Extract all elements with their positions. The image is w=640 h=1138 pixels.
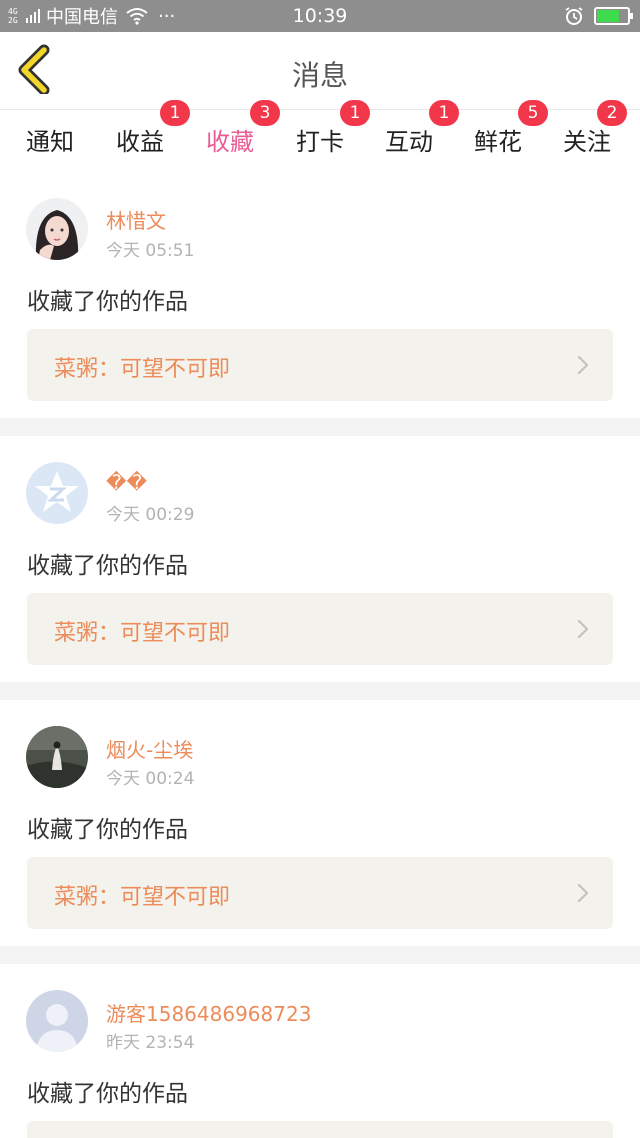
user-name[interactable]: 烟火-尘埃 <box>106 734 193 763</box>
message-card: 烟火-尘埃 今天 00:24 收藏了你的作品 菜粥：可望不可即 <box>0 700 640 946</box>
work-link[interactable]: 菜粥：可望不可即 <box>27 329 613 401</box>
status-bar: 4G 2G 中国电信 ··· 10:39 <box>0 0 640 32</box>
message-text: 收藏了你的作品 <box>27 1081 188 1107</box>
nav-header: 消息 <box>0 32 640 110</box>
work-title: 菜粥：可望不可即 <box>54 885 231 910</box>
unread-badge: 1 <box>160 100 190 126</box>
tab-label: 收益 <box>116 128 164 156</box>
tab-checkin[interactable]: 打卡 1 <box>296 100 370 157</box>
tab-label: 打卡 <box>296 128 344 156</box>
message-time: 昨天 23:54 <box>106 1033 195 1053</box>
tab-flowers[interactable]: 鲜花 5 <box>474 100 548 157</box>
unread-badge: 2 <box>597 100 627 126</box>
tab-bar: 通知 收益 1 收藏 3 打卡 1 互动 1 鲜花 5 关注 2 <box>0 100 640 173</box>
message-text: 收藏了你的作品 <box>27 289 188 315</box>
unread-badge: 3 <box>250 100 280 126</box>
tab-label: 收藏 <box>206 128 254 156</box>
card-divider <box>0 946 640 964</box>
tab-label: 鲜花 <box>474 128 522 156</box>
unread-badge: 5 <box>518 100 548 126</box>
message-time: 今天 00:29 <box>106 505 195 525</box>
tab-label: 互动 <box>385 128 433 156</box>
tab-interaction[interactable]: 互动 1 <box>385 100 459 157</box>
chevron-right-icon <box>577 355 589 375</box>
tab-notice[interactable]: 通知 <box>26 122 74 157</box>
tab-label: 关注 <box>563 128 611 156</box>
user-name[interactable]: 林惜文 <box>106 205 166 234</box>
message-card: 游客1586486968723 昨天 23:54 收藏了你的作品 <box>0 964 640 1138</box>
user-name[interactable]: 游客1586486968723 <box>106 998 311 1027</box>
card-divider <box>0 418 640 436</box>
work-link[interactable]: 菜粥：可望不可即 <box>27 857 613 929</box>
tab-label: 通知 <box>26 128 74 156</box>
message-text: 收藏了你的作品 <box>27 817 188 843</box>
tab-favorites[interactable]: 收藏 3 <box>206 100 280 173</box>
battery-charging-icon <box>594 7 633 25</box>
chevron-right-icon <box>577 883 589 903</box>
avatar[interactable] <box>26 990 88 1052</box>
message-card: 林惜文 今天 05:51 收藏了你的作品 菜粥：可望不可即 <box>0 170 640 418</box>
unread-badge: 1 <box>340 100 370 126</box>
avatar[interactable] <box>26 726 88 788</box>
work-title: 菜粥：可望不可即 <box>54 621 231 646</box>
tab-income[interactable]: 收益 1 <box>116 100 190 157</box>
message-time: 今天 05:51 <box>106 241 195 261</box>
message-text: 收藏了你的作品 <box>27 553 188 579</box>
page-title: 消息 <box>291 59 348 92</box>
work-link[interactable]: 菜粥：可望不可即 <box>27 593 613 665</box>
tab-follow[interactable]: 关注 2 <box>563 100 627 157</box>
unread-badge: 1 <box>429 100 459 126</box>
avatar[interactable] <box>26 462 88 524</box>
user-name[interactable]: �� <box>106 470 147 494</box>
chevron-right-icon <box>577 619 589 639</box>
alarm-icon <box>565 7 583 25</box>
card-divider <box>0 682 640 700</box>
message-card: �� 今天 00:29 收藏了你的作品 菜粥：可望不可即 <box>0 436 640 682</box>
work-link[interactable] <box>27 1121 613 1138</box>
message-time: 今天 00:24 <box>106 769 195 789</box>
clock: 10:39 <box>292 5 348 27</box>
avatar[interactable] <box>26 198 88 260</box>
work-title: 菜粥：可望不可即 <box>54 357 231 382</box>
